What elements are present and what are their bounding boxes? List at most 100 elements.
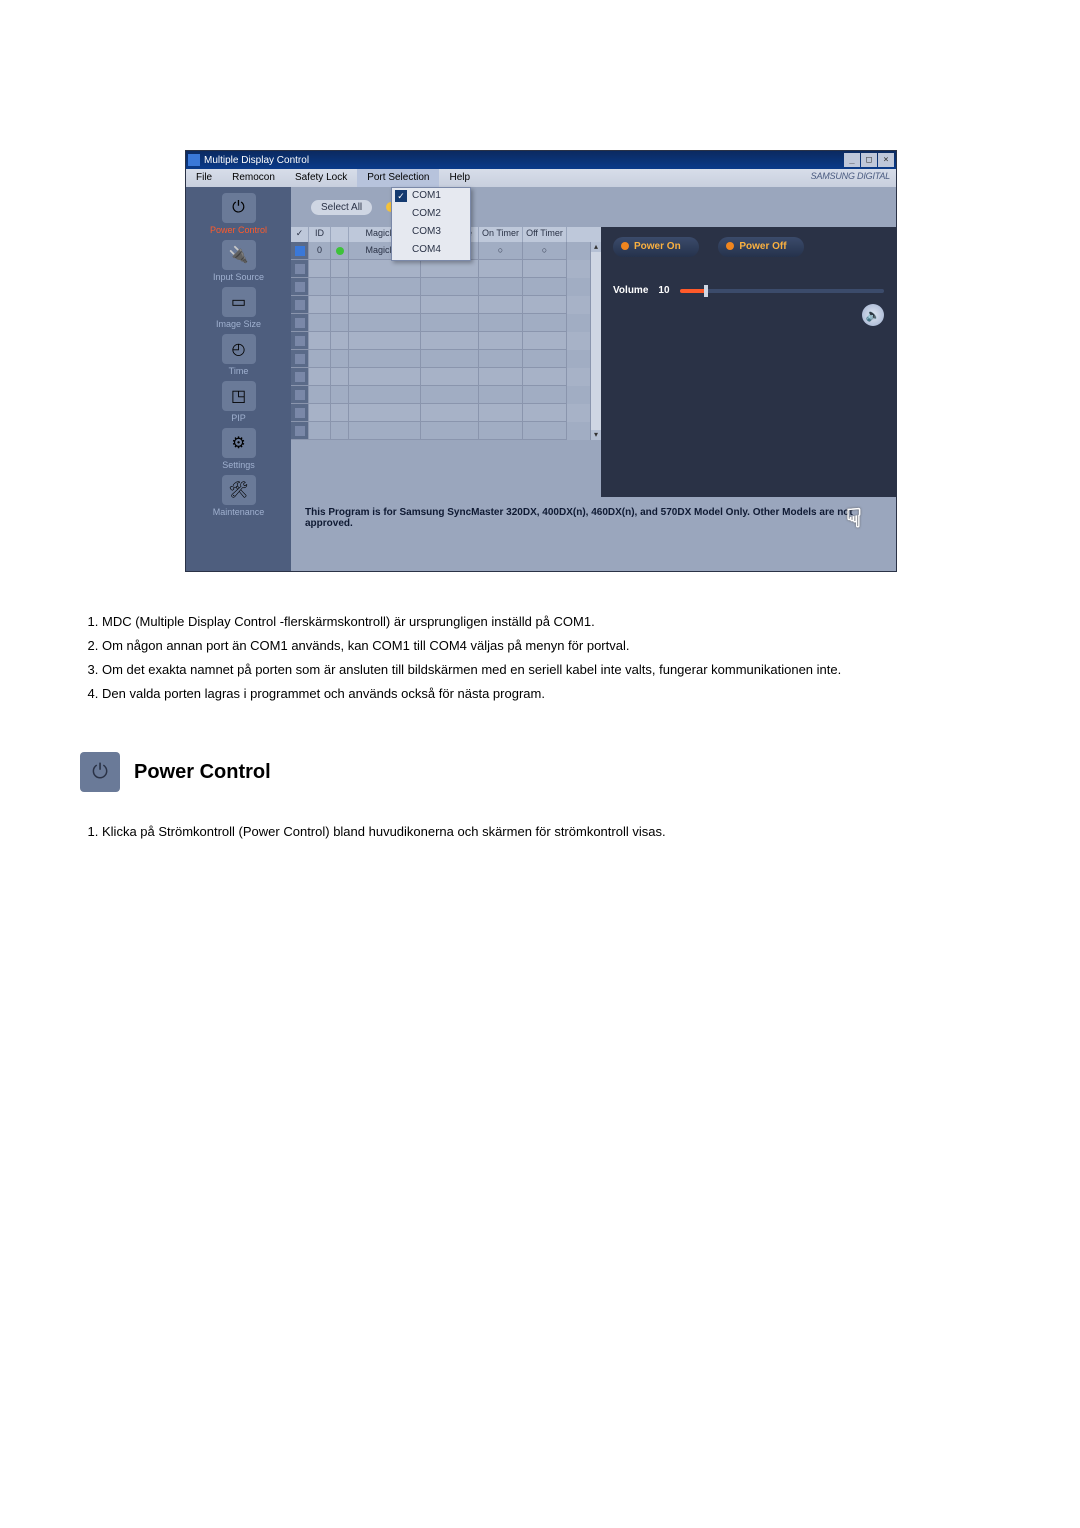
titlebar: Multiple Display Control _ □ ×	[186, 151, 896, 169]
brand-label: SAMSUNG DIGITAL	[811, 169, 890, 187]
section-heading: ⏻ Power Control	[80, 752, 1000, 792]
settings-icon: ⚙	[222, 428, 256, 458]
row-checkbox[interactable]	[295, 372, 305, 382]
menubar: File Remocon Safety Lock Port Selection …	[186, 169, 896, 187]
volume-slider[interactable]	[680, 289, 884, 293]
numbered-list: Klicka på Strömkontroll (Power Control) …	[80, 822, 1000, 842]
col-offtimer[interactable]: Off Timer	[523, 227, 567, 242]
table-row[interactable]	[291, 332, 590, 350]
app-icon	[188, 154, 200, 166]
sidebar-maintenance-label: Maintenance	[186, 507, 291, 517]
sidebar: ⏻ Power Control 🔌 Input Source ▭ Image S…	[186, 187, 291, 571]
cell-ontimer: ○	[479, 242, 523, 260]
list-item: Den valda porten lagras i programmet och…	[102, 684, 1000, 704]
select-all-button[interactable]: Select All	[311, 200, 372, 215]
row-checkbox[interactable]	[295, 354, 305, 364]
power-on-button[interactable]: Power On	[613, 237, 699, 257]
port-com3[interactable]: COM3	[392, 224, 470, 242]
volume-control: Volume 10	[613, 285, 884, 296]
row-checkbox[interactable]	[295, 318, 305, 328]
table-row[interactable]	[291, 296, 590, 314]
table-row[interactable]	[291, 314, 590, 332]
table-row[interactable]	[291, 404, 590, 422]
sidebar-pip-label: PIP	[186, 413, 291, 423]
app-window: Multiple Display Control _ □ × File Remo…	[185, 150, 897, 572]
control-panel: Power On Power Off Volume 10 🔈	[601, 227, 896, 497]
col-status[interactable]	[331, 227, 349, 242]
sidebar-settings-label: Settings	[186, 460, 291, 470]
volume-label: Volume	[613, 285, 648, 296]
mute-button[interactable]: 🔈	[862, 304, 884, 326]
footer-note: This Program is for Samsung SyncMaster 3…	[291, 497, 896, 571]
grid-scrollbar[interactable]: ▴ ▾	[590, 242, 601, 440]
menu-port-selection[interactable]: Port Selection	[357, 169, 439, 187]
list-item: Klicka på Strömkontroll (Power Control) …	[102, 822, 1000, 842]
menu-help[interactable]: Help	[439, 169, 480, 187]
maximize-button[interactable]: □	[861, 153, 877, 167]
row-checkbox[interactable]	[295, 246, 305, 256]
footer-text: This Program is for Samsung SyncMaster 3…	[305, 507, 853, 529]
numbered-list: MDC (Multiple Display Control -flerskärm…	[80, 612, 1000, 704]
table-row[interactable]	[291, 368, 590, 386]
sidebar-item-maintenance[interactable]: 🛠 Maintenance	[186, 473, 291, 520]
cell-offtimer: ○	[523, 242, 567, 260]
pip-icon: ◳	[222, 381, 256, 411]
sidebar-item-power[interactable]: ⏻ Power Control	[186, 191, 291, 238]
menu-safety-lock[interactable]: Safety Lock	[285, 169, 357, 187]
row-checkbox[interactable]	[295, 264, 305, 274]
sidebar-item-time[interactable]: ◴ Time	[186, 332, 291, 379]
port-com2[interactable]: COM2	[392, 206, 470, 224]
cell-status	[331, 242, 349, 260]
row-checkbox[interactable]	[295, 282, 305, 292]
time-icon: ◴	[222, 334, 256, 364]
row-checkbox[interactable]	[295, 408, 305, 418]
list-item: MDC (Multiple Display Control -flerskärm…	[102, 612, 1000, 632]
col-check[interactable]: ✓	[291, 227, 309, 242]
menu-remocon[interactable]: Remocon	[222, 169, 285, 187]
table-row[interactable]	[291, 422, 590, 440]
minimize-button[interactable]: _	[844, 153, 860, 167]
port-com4[interactable]: COM4	[392, 242, 470, 260]
row-checkbox[interactable]	[295, 390, 305, 400]
display-grid: ✓ ID MagicNet Image Size On Timer Off Ti…	[291, 227, 601, 497]
image-size-icon: ▭	[222, 287, 256, 317]
col-ontimer[interactable]: On Timer	[479, 227, 523, 242]
sidebar-image-label: Image Size	[186, 319, 291, 329]
sidebar-item-input[interactable]: 🔌 Input Source	[186, 238, 291, 285]
sidebar-item-settings[interactable]: ⚙ Settings	[186, 426, 291, 473]
scroll-up-icon[interactable]: ▴	[591, 242, 601, 252]
close-button[interactable]: ×	[878, 153, 894, 167]
list-item: Om det exakta namnet på porten som är an…	[102, 660, 1000, 680]
table-row[interactable]	[291, 350, 590, 368]
scroll-down-icon[interactable]: ▾	[591, 430, 601, 440]
power-off-button[interactable]: Power Off	[718, 237, 804, 257]
power-icon: ⏻	[80, 752, 120, 792]
power-icon: ⏻	[222, 193, 256, 223]
app-screenshot: Multiple Display Control _ □ × File Remo…	[185, 150, 895, 572]
row-checkbox[interactable]	[295, 426, 305, 436]
pointer-hand-icon: ☟	[846, 503, 876, 537]
section-title: Power Control	[134, 761, 271, 784]
col-id[interactable]: ID	[309, 227, 331, 242]
slider-thumb-icon[interactable]	[704, 285, 708, 297]
table-row[interactable]	[291, 386, 590, 404]
row-checkbox[interactable]	[295, 300, 305, 310]
port-com1[interactable]: ✓ COM1	[392, 188, 470, 206]
list-item: Om någon annan port än COM1 används, kan…	[102, 636, 1000, 656]
sidebar-item-image[interactable]: ▭ Image Size	[186, 285, 291, 332]
input-source-icon: 🔌	[222, 240, 256, 270]
table-row[interactable]	[291, 278, 590, 296]
maintenance-icon: 🛠	[222, 475, 256, 505]
port-dropdown: ✓ COM1 COM2 COM3 COM4	[391, 187, 471, 261]
menu-file[interactable]: File	[186, 169, 222, 187]
row-checkbox[interactable]	[295, 336, 305, 346]
sidebar-time-label: Time	[186, 366, 291, 376]
cell-id: 0	[309, 242, 331, 260]
port-com1-label: COM1	[412, 190, 441, 201]
window-title: Multiple Display Control	[204, 155, 309, 166]
document-body: MDC (Multiple Display Control -flerskärm…	[80, 612, 1000, 842]
toolbar: Select All Busy	[291, 187, 896, 227]
sidebar-input-label: Input Source	[186, 272, 291, 282]
table-row[interactable]	[291, 260, 590, 278]
sidebar-item-pip[interactable]: ◳ PIP	[186, 379, 291, 426]
